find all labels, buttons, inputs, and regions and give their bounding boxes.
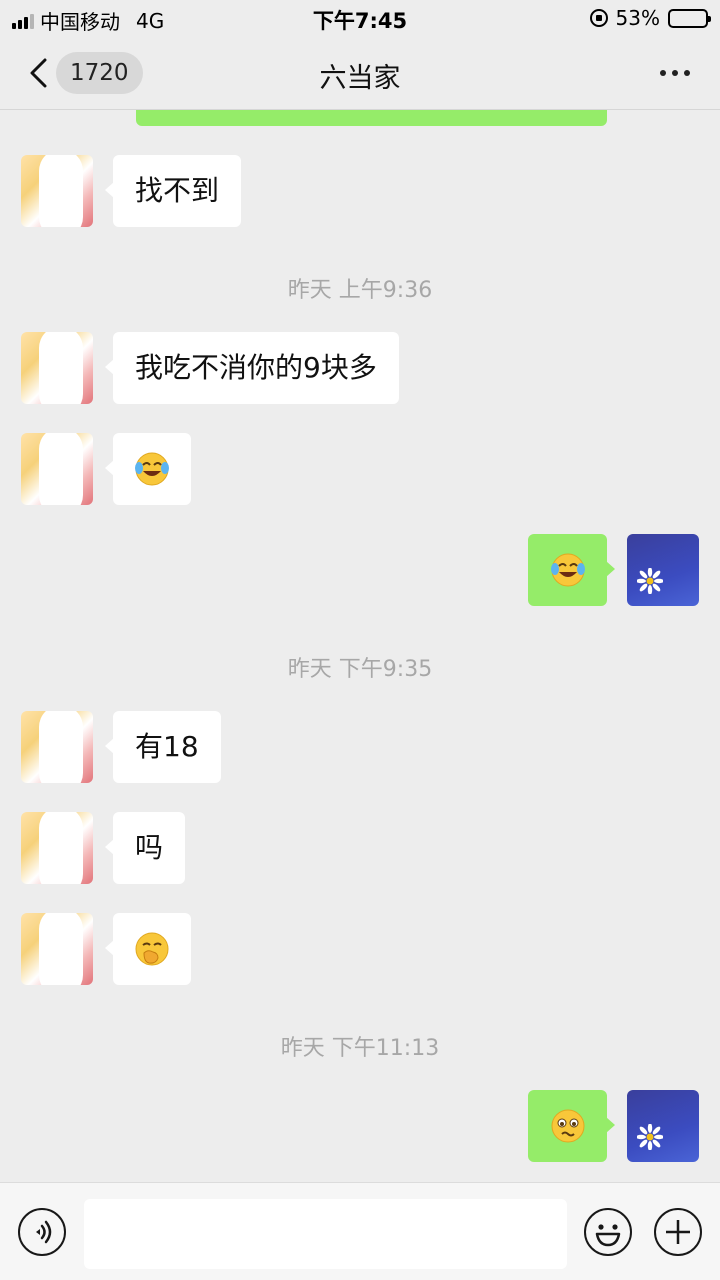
plus-sign — [666, 1220, 690, 1244]
voice-icon[interactable] — [18, 1208, 66, 1256]
chat-header: 1720 六当家 — [0, 36, 720, 110]
chat-title: 六当家 — [319, 63, 401, 94]
smiley-icon[interactable] — [584, 1208, 632, 1256]
incoming-message[interactable]: 找不到 — [104, 155, 242, 227]
incoming-message[interactable]: 吗 — [104, 812, 186, 884]
incoming-emoji-message[interactable] — [105, 433, 191, 505]
battery-percent: 53% — [615, 6, 660, 30]
voice-waves — [36, 1220, 52, 1244]
outgoing-emoji-message[interactable] — [528, 1090, 615, 1162]
partial-outgoing-bubble — [136, 110, 607, 126]
outgoing-emoji-message[interactable] — [528, 534, 615, 606]
contact-avatar[interactable] — [21, 155, 93, 227]
more-dots-icon[interactable] — [660, 70, 690, 76]
daisy-image — [637, 1124, 663, 1150]
contact-avatar[interactable] — [21, 332, 93, 404]
laughing-crying-emoji — [551, 553, 585, 587]
worried-pleading-emoji — [551, 1109, 585, 1143]
timestamp: 昨天 下午11:13 — [280, 1036, 440, 1061]
hand-over-mouth-emoji — [135, 932, 169, 966]
incoming-emoji-message[interactable] — [105, 913, 191, 985]
input-bar — [0, 1182, 720, 1280]
contact-avatar[interactable] — [21, 812, 93, 884]
contact-avatar[interactable] — [21, 711, 93, 783]
plus-icon[interactable] — [654, 1208, 702, 1256]
incoming-message[interactable]: 我吃不消你的9块多 — [105, 332, 399, 404]
contact-avatar[interactable] — [21, 913, 93, 985]
timestamp: 昨天 上午9:36 — [287, 278, 433, 303]
my-avatar[interactable] — [627, 1090, 699, 1162]
my-avatar[interactable] — [627, 534, 699, 606]
rotation-lock-icon — [589, 9, 608, 27]
laughing-crying-emoji — [135, 452, 169, 486]
message-input[interactable] — [84, 1199, 567, 1269]
timestamp: 昨天 下午9:35 — [287, 657, 433, 682]
incoming-message[interactable]: 有18 — [105, 711, 221, 783]
status-bar: 中国移动 4G 下午7:45 53% — [0, 0, 720, 36]
battery-icon — [668, 8, 711, 28]
smiley-face — [595, 1224, 621, 1247]
contact-avatar[interactable] — [21, 433, 93, 505]
daisy-image — [637, 568, 663, 594]
status-right: 53% — [589, 6, 711, 30]
